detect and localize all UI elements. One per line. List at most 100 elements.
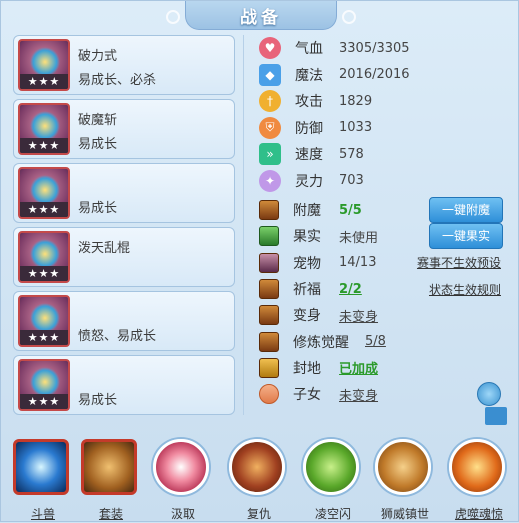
sec-row-bless: 祈福 2/2 状态生效规则 (259, 276, 509, 302)
stat-value: 578 (339, 146, 364, 162)
equipment-row[interactable]: ★★★ 愤怒、易成长 (13, 291, 235, 351)
refresh-icon[interactable] (477, 382, 501, 407)
skill-label: 凌空闪 (314, 507, 351, 521)
stat-label: 灵力 (295, 173, 323, 190)
sec-row-transform: 变身 未变身 (259, 302, 509, 328)
skill-slot[interactable]: 斗兽 (13, 439, 73, 521)
transform-icon (259, 305, 279, 326)
bless-rule-link[interactable]: 状态生效规则 (429, 281, 501, 298)
sec-value[interactable]: 已加成 (339, 358, 378, 377)
stat-value: 703 (339, 173, 364, 189)
lion-icon[interactable] (375, 439, 431, 495)
bless-icon (259, 279, 279, 300)
equipment-row[interactable]: ★★★ 破力式 易成长、必杀 (13, 35, 235, 95)
sec-value[interactable]: 2/2 (339, 282, 362, 297)
awaken-icon (259, 331, 279, 352)
equipment-list: ★★★ 破力式 易成长、必杀 ★★★ 破魔斩 易成长 ★★★ 易成长 ★★★ 泼… (13, 35, 235, 419)
equipment-row[interactable]: ★★★ 易成长 (13, 355, 235, 415)
spirit-icon: ✦ (259, 169, 281, 192)
skill-icon[interactable]: ★★★ (18, 295, 70, 347)
sec-label: 修炼觉醒 (293, 334, 349, 351)
sec-value[interactable]: 5/8 (365, 334, 386, 349)
star-rating: ★★★ (20, 202, 68, 217)
stat-row: ✦ 灵力 703 (259, 168, 509, 195)
skill-slot[interactable]: 虎噬魂惊 (449, 439, 509, 521)
equipment-desc: 易成长 (78, 201, 118, 216)
skill-label[interactable]: 套装 (71, 505, 151, 522)
equipment-row[interactable]: ★★★ 易成长 (13, 163, 235, 223)
secondary-list: 附魔 5/5 一键附魔 果实 未使用 一键果实 宠物 14/13 赛事不生效预设… (259, 197, 509, 407)
stat-row: ◆ 魔法 2016/2016 (259, 62, 509, 89)
mana-icon: ◆ (259, 63, 281, 86)
sec-value[interactable]: 未变身 (339, 306, 378, 325)
equipment-row[interactable]: ★★★ 泼天乱棍 (13, 227, 235, 287)
skill-slot[interactable]: 凌空闪 (303, 439, 363, 521)
equipment-name: 泼天乱棍 (78, 241, 131, 256)
sec-label: 附魔 (293, 203, 321, 220)
star-rating: ★★★ (20, 74, 68, 89)
one-key-fruit-button[interactable]: 一键果实 (429, 223, 503, 250)
stat-row: † 攻击 1829 (259, 88, 509, 115)
suit-icon[interactable] (81, 439, 137, 495)
share-icon[interactable] (485, 407, 507, 425)
equipment-name: 破魔斩 (78, 113, 118, 128)
sec-label: 果实 (293, 229, 321, 246)
equipment-desc: 愤怒、易成长 (78, 329, 157, 344)
speed-icon: » (259, 143, 281, 166)
stats-list: ♥ 气血 3305/3305 ◆ 魔法 2016/2016 † 攻击 1829 … (259, 35, 509, 194)
star-rating: ★★★ (20, 330, 68, 345)
stat-row: ⛨ 防御 1033 (259, 115, 509, 142)
pet-icon (259, 252, 279, 273)
skill-slot[interactable]: 汲取 (153, 439, 213, 521)
sec-label: 祈福 (293, 282, 321, 299)
bottom-skill-bar: 斗兽 套装 汲取 复仇 凌空闪 狮威镇世 虎噬魂惊 (1, 433, 519, 523)
enchant-icon (259, 200, 279, 221)
pet-notice-link[interactable]: 赛事不生效预设 (417, 254, 501, 271)
skill-icon[interactable]: ★★★ (18, 103, 70, 155)
child-icon (259, 384, 279, 405)
stat-label: 速度 (295, 147, 323, 164)
sec-label: 变身 (293, 308, 321, 325)
dodge-icon[interactable] (303, 439, 359, 495)
stat-label: 气血 (295, 41, 323, 58)
stat-label: 防御 (295, 120, 323, 137)
stat-label: 攻击 (295, 94, 323, 111)
sec-value: 14/13 (339, 255, 377, 271)
skill-icon[interactable]: ★★★ (18, 167, 70, 219)
revenge-icon[interactable] (229, 439, 285, 495)
stat-value: 3305/3305 (339, 40, 410, 56)
defense-icon: ⛨ (259, 116, 281, 139)
sec-row-awaken: 修炼觉醒 5/8 (259, 328, 509, 354)
skill-icon[interactable]: ★★★ (18, 359, 70, 411)
equipment-desc: 易成长 (78, 393, 118, 408)
equipment-desc: 易成长、必杀 (78, 73, 157, 88)
skill-slot[interactable]: 狮威镇世 (375, 439, 435, 521)
star-rating: ★★★ (20, 394, 68, 409)
skill-slot[interactable]: 复仇 (229, 439, 289, 521)
sec-row-fief: 封地 已加成 (259, 355, 509, 381)
skill-icon[interactable]: ★★★ (18, 39, 70, 91)
stat-value: 1829 (339, 93, 373, 109)
panel-title: 战备 (166, 1, 356, 30)
attack-icon: † (259, 90, 281, 113)
skill-icon[interactable]: ★★★ (18, 231, 70, 283)
absorb-icon[interactable] (153, 439, 209, 495)
fief-icon (259, 357, 279, 378)
skill-label: 狮威镇世 (380, 507, 429, 521)
sec-row-child: 子女 未变身 (259, 381, 509, 407)
beast-icon[interactable] (13, 439, 69, 495)
sec-label: 宠物 (293, 255, 321, 272)
equipment-row[interactable]: ★★★ 破魔斩 易成长 (13, 99, 235, 159)
skill-slot[interactable]: 套装 (81, 439, 141, 521)
equipment-desc: 易成长 (78, 137, 118, 152)
sec-row-enchant: 附魔 5/5 一键附魔 (259, 197, 509, 224)
sec-row-pet: 宠物 14/13 赛事不生效预设 (259, 250, 509, 276)
skill-label[interactable]: 虎噬魂惊 (439, 505, 519, 522)
skill-label: 汲取 (170, 507, 195, 521)
stat-row: » 速度 578 (259, 141, 509, 168)
tiger-icon[interactable] (449, 439, 505, 495)
one-key-enchant-button[interactable]: 一键附魔 (429, 197, 503, 224)
skill-label: 复仇 (246, 507, 271, 521)
star-rating: ★★★ (20, 266, 68, 281)
sec-value[interactable]: 未变身 (339, 385, 378, 404)
